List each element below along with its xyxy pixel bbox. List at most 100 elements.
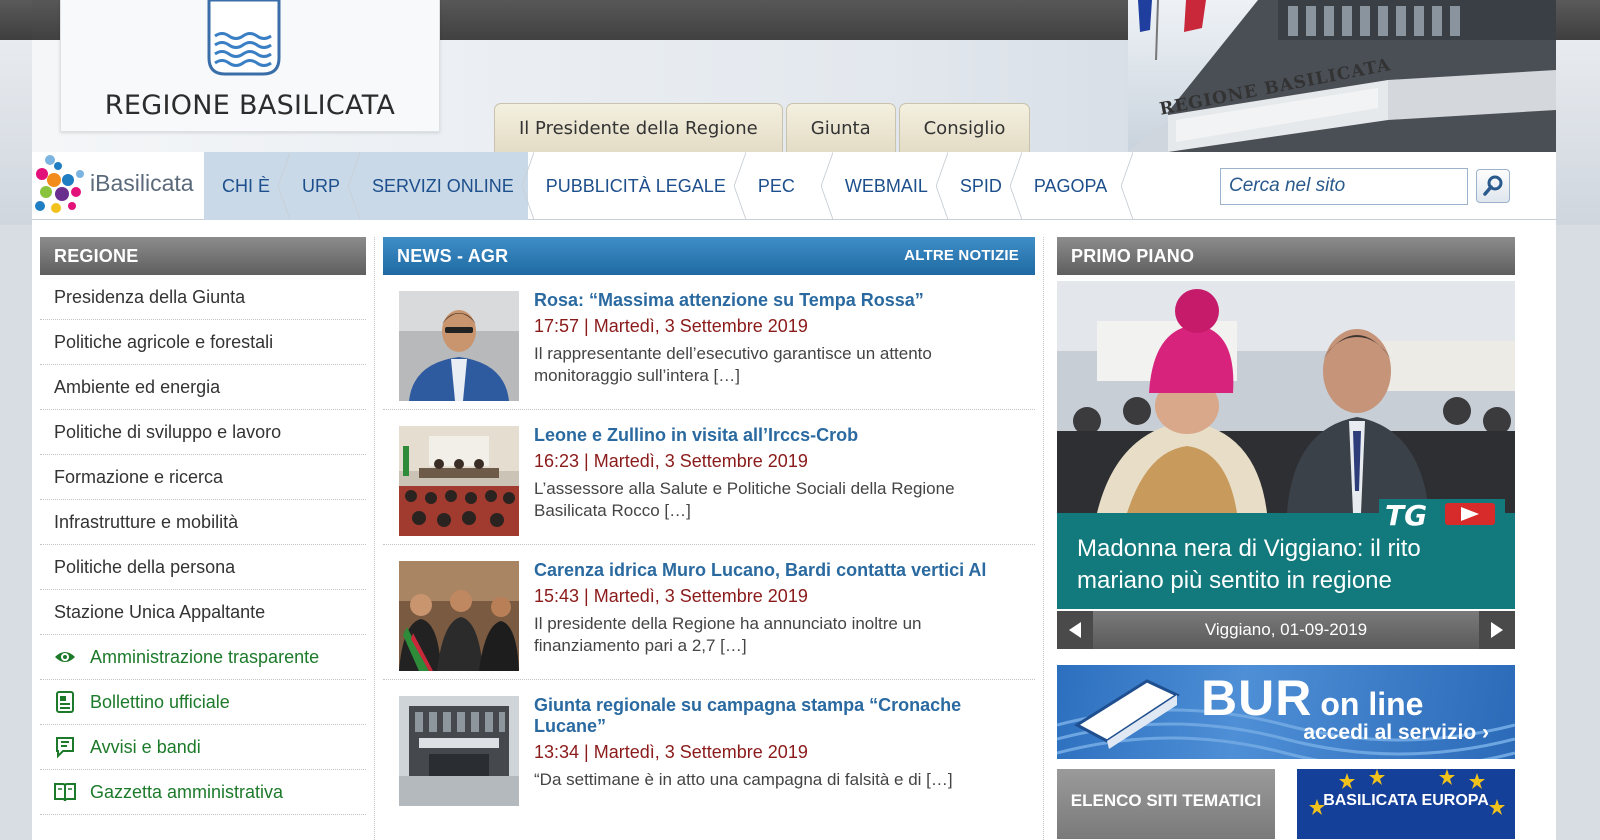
altre-notizie-link[interactable]: ALTRE NOTIZIE: [904, 237, 1019, 275]
column-divider-right: [1043, 237, 1044, 840]
slider-prev-button[interactable]: [1057, 611, 1093, 649]
main-nav: iBasilicata CHI È URP SERVIZI ONLINE PUB…: [32, 152, 1556, 220]
book-icon: [54, 783, 76, 802]
news-title: NEWS - AGR: [397, 246, 509, 266]
tab-presidente[interactable]: Il Presidente della Regione: [494, 103, 783, 152]
nav-chi-e[interactable]: CHI È: [204, 152, 291, 220]
news-item[interactable]: Giunta regionale su campagna stampa “Cro…: [383, 680, 1035, 815]
primo-piano-photo[interactable]: [1057, 281, 1515, 513]
main-content: REGIONE Presidenza della Giunta Politich…: [32, 220, 1556, 840]
news-title[interactable]: Leone e Zullino in visita all’Irccs-Crob: [534, 425, 1014, 446]
bur-online-banner[interactable]: BUR on line accedi al servizio ›: [1057, 665, 1515, 759]
nav-servizi-online[interactable]: SERVIZI ONLINE: [354, 152, 534, 220]
menu-politiche-persona[interactable]: Politiche della persona: [40, 545, 366, 590]
ibasilicata-dots-icon: [35, 155, 84, 213]
menu-formazione[interactable]: Formazione e ricerca: [40, 455, 366, 500]
menu-label: Gazzetta amministrativa: [90, 782, 284, 802]
newspaper-icon: [56, 691, 74, 713]
primo-piano-header: PRIMO PIANO: [1057, 237, 1515, 275]
bur-title-main: BUR: [1201, 670, 1313, 726]
news-excerpt: “Da settimane è in atto una campagna di …: [534, 770, 953, 789]
news-photo-portrait: [399, 291, 519, 401]
bur-title: BUR on line: [1201, 669, 1423, 727]
menu-label: Amministrazione trasparente: [90, 647, 320, 667]
tg-logo-icon: TG: [1379, 499, 1505, 529]
bur-access-link[interactable]: accedi al servizio ›: [1303, 721, 1489, 745]
tab-giunta[interactable]: Giunta: [785, 103, 896, 152]
column-divider-left: [374, 237, 375, 840]
menu-label: Bollettino ufficiale: [90, 692, 230, 712]
menu-infrastrutture[interactable]: Infrastrutture e mobilità: [40, 500, 366, 545]
news-title[interactable]: Rosa: “Massima attenzione su Tempa Rossa…: [534, 290, 1014, 311]
menu-ambiente[interactable]: Ambiente ed energia: [40, 365, 366, 410]
news-thumbnail[interactable]: [399, 696, 519, 806]
nav-pagopa[interactable]: PAGOPA: [1016, 152, 1134, 220]
nav-webmail[interactable]: WEBMAIL: [827, 152, 948, 220]
ibasilicata-logo[interactable]: iBasilicata: [32, 152, 202, 220]
menu-label: Avvisi e bandi: [90, 737, 201, 757]
menu-politiche-agricole[interactable]: Politiche agricole e forestali: [40, 320, 366, 365]
primo-piano-caption[interactable]: TG Madonna nera di Viggiano: il rito mar…: [1057, 499, 1515, 609]
news-item[interactable]: Rosa: “Massima attenzione su Tempa Rossa…: [383, 275, 1035, 410]
elenco-siti-tematici-button[interactable]: ELENCO SITI TEMATICI: [1057, 769, 1275, 839]
news-item[interactable]: Leone e Zullino in visita all’Irccs-Crob…: [383, 410, 1035, 545]
eye-icon: [55, 652, 75, 662]
slider-next-button[interactable]: [1479, 611, 1515, 649]
notice-icon: [56, 737, 74, 758]
menu-gazzetta[interactable]: Gazzetta amministrativa: [40, 770, 366, 815]
ibasilicata-brand: iBasilicata: [90, 170, 194, 196]
menu-stazione-appaltante[interactable]: Stazione Unica Appaltante: [40, 590, 366, 635]
news-time: 17:57 | Martedì, 3 Settembre 2019: [534, 316, 808, 336]
news-thumbnail[interactable]: [399, 291, 519, 401]
primo-piano-slider-nav: Viggiano, 01-09-2019: [1057, 611, 1515, 649]
menu-amministrazione-trasparente[interactable]: Amministrazione trasparente: [40, 635, 366, 680]
news-photo-building: [399, 696, 519, 806]
top-tabs: Il Presidente della Regione Giunta Consi…: [494, 103, 1033, 152]
news-title[interactable]: Carenza idrica Muro Lucano, Bardi contat…: [534, 560, 1014, 581]
page-container: REGIONE BASILICATA REGIONE BASILICATA Il…: [32, 0, 1556, 840]
regione-menu: Presidenza della Giunta Politiche agrico…: [40, 275, 366, 815]
news-thumbnail[interactable]: [399, 561, 519, 671]
regione-emblem-icon: [207, 0, 281, 76]
bur-title-suffix: on line: [1320, 686, 1424, 722]
procession-photo: [1057, 281, 1515, 513]
nav-pubblicita-legale[interactable]: PUBBLICITÀ LEGALE: [528, 152, 746, 220]
basilicata-europa-button[interactable]: BASILICATA EUROPA: [1297, 769, 1515, 839]
primo-piano-column: PRIMO PIANO TG Madonna nera di Viggiano:…: [1057, 237, 1515, 839]
menu-sviluppo-lavoro[interactable]: Politiche di sviluppo e lavoro: [40, 410, 366, 455]
nav-items: CHI È URP SERVIZI ONLINE PUBBLICITÀ LEGA…: [204, 152, 1134, 220]
regione-header: REGIONE: [40, 237, 366, 275]
search-button[interactable]: [1476, 169, 1510, 203]
menu-presidenza[interactable]: Presidenza della Giunta: [40, 275, 366, 320]
nav-urp[interactable]: URP: [284, 152, 361, 220]
news-header: NEWS - AGR ALTRE NOTIZIE: [383, 237, 1035, 275]
chevron-right-icon: [1491, 622, 1503, 638]
logo-text: REGIONE BASILICATA: [104, 90, 396, 121]
news-excerpt: L’assessore alla Salute e Politiche Soci…: [534, 479, 955, 520]
slider-place-date: Viggiano, 01-09-2019: [1204, 620, 1368, 639]
europa-label: BASILICATA EUROPA: [1323, 792, 1489, 809]
building-photo: REGIONE BASILICATA: [1128, 0, 1556, 152]
nav-pec[interactable]: PEC: [740, 152, 833, 220]
news-time: 13:34 | Martedì, 3 Settembre 2019: [534, 742, 808, 762]
tab-consiglio[interactable]: Consiglio: [898, 103, 1031, 152]
news-title[interactable]: Giunta regionale su campagna stampa “Cro…: [534, 695, 1014, 737]
news-item[interactable]: Carenza idrica Muro Lucano, Bardi contat…: [383, 545, 1035, 680]
news-excerpt: Il presidente della Regione ha annunciat…: [534, 614, 922, 655]
logo-box[interactable]: REGIONE BASILICATA: [60, 0, 440, 132]
nav-spid[interactable]: SPID: [942, 152, 1022, 220]
news-column: NEWS - AGR ALTRE NOTIZIE Rosa: “Massima …: [383, 237, 1035, 815]
search-input[interactable]: Cerca nel sito: [1220, 168, 1468, 205]
header: REGIONE BASILICATA REGIONE BASILICATA Il…: [32, 0, 1556, 152]
news-photo-conference: [399, 426, 519, 536]
menu-avvisi-bandi[interactable]: Avvisi e bandi: [40, 725, 366, 770]
news-thumbnail[interactable]: [399, 426, 519, 536]
news-photo-officials: [399, 561, 519, 671]
tg-logo-text: TG: [1385, 499, 1427, 529]
regione-column: REGIONE Presidenza della Giunta Politich…: [40, 237, 366, 815]
caption-text: Madonna nera di Viggiano: il rito marian…: [1077, 535, 1421, 594]
news-excerpt: Il rappresentante dell’esecutivo garanti…: [534, 344, 932, 385]
magnifier-icon: [1483, 175, 1503, 196]
menu-bollettino[interactable]: Bollettino ufficiale: [40, 680, 366, 725]
news-time: 16:23 | Martedì, 3 Settembre 2019: [534, 451, 808, 471]
